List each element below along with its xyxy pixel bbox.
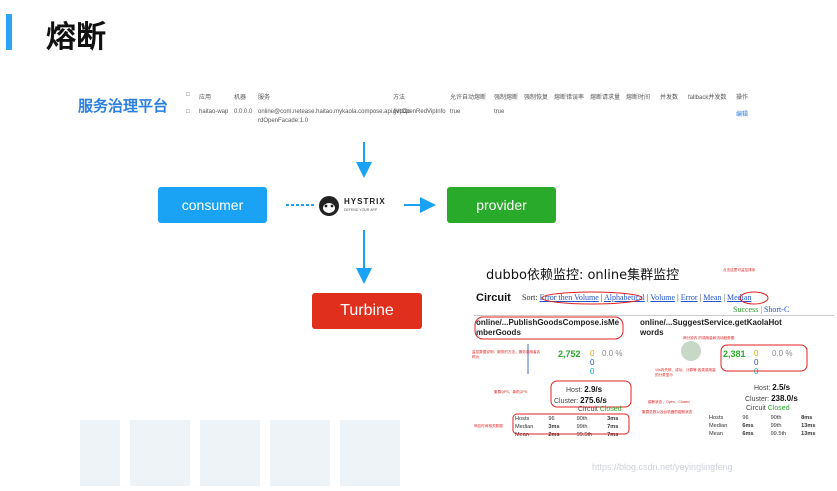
- note-cluster: 集群总数以及台机器的熔断状态: [642, 410, 693, 414]
- dashboard-title: dubbo依赖监控: online集群监控: [486, 268, 680, 283]
- table-row: Median 6ms 99th 13ms: [709, 423, 816, 429]
- latency-table: Hosts 96 90th 8ms Median 6ms 99th 13ms Mean 6ms…: [708, 414, 816, 438]
- hystrix-tagline: DEFEND YOUR APP: [344, 208, 378, 212]
- cluster-rate: Cluster: 238.0/s: [745, 394, 798, 403]
- note-trend: 两分钟内 的调用量和流动趋势图: [683, 336, 735, 340]
- turbine-box: Turbine: [312, 293, 422, 329]
- note-circuit: 熔断状态，Open、Closed: [648, 400, 690, 404]
- provider-box: provider: [447, 187, 556, 223]
- latency-highlight: [512, 413, 630, 435]
- service-card-1: online/...PublishGoodsCompose.isMe mberG…: [474, 316, 634, 441]
- note-sort: 点击这里可监控排序: [723, 268, 756, 272]
- hystrix-name: HYSTRIX: [344, 197, 386, 206]
- sort-label: Sort:: [522, 293, 538, 302]
- table-row: Mean 6ms 99.5th 13ms: [709, 431, 816, 437]
- counters: 0 0 0: [590, 349, 595, 376]
- watermark-text: https://blog.csdn.net/yeyinglingfeng: [592, 462, 733, 472]
- table-row: Hosts 96 90th 8ms: [709, 415, 813, 421]
- hystrix-badger-icon: [319, 196, 339, 216]
- note-latency: 响应时间相关数据: [474, 424, 503, 428]
- service-name: online/...SuggestService.getKaolaHot wor…: [640, 318, 782, 337]
- note-qps: 集群QPS、单机QPS: [494, 390, 528, 394]
- request-total: 2,752: [558, 349, 581, 359]
- circuit-status: Circuit Closed: [746, 405, 790, 412]
- sort-highlight-ovals: [541, 291, 769, 305]
- service-card-2: online/...SuggestService.getKaolaHot wor…: [638, 316, 837, 441]
- host-rate: Host: 2.5/s: [754, 383, 791, 392]
- note-service: 监控数据说明：服务的方法，服务调用者名称为: [472, 350, 541, 359]
- counter-highlight: [720, 344, 808, 372]
- circuit-label: Circuit: [476, 292, 511, 304]
- note-counters: 10s内失败、成功、计算等 各类调用量的分类显示: [655, 368, 716, 377]
- circuit-status: Circuit Closed: [578, 406, 622, 413]
- error-percent: 0.0 %: [602, 349, 623, 358]
- consumer-box: consumer: [158, 187, 267, 223]
- hystrix-logo: HYSTRIX DEFEND YOUR APP: [318, 193, 403, 219]
